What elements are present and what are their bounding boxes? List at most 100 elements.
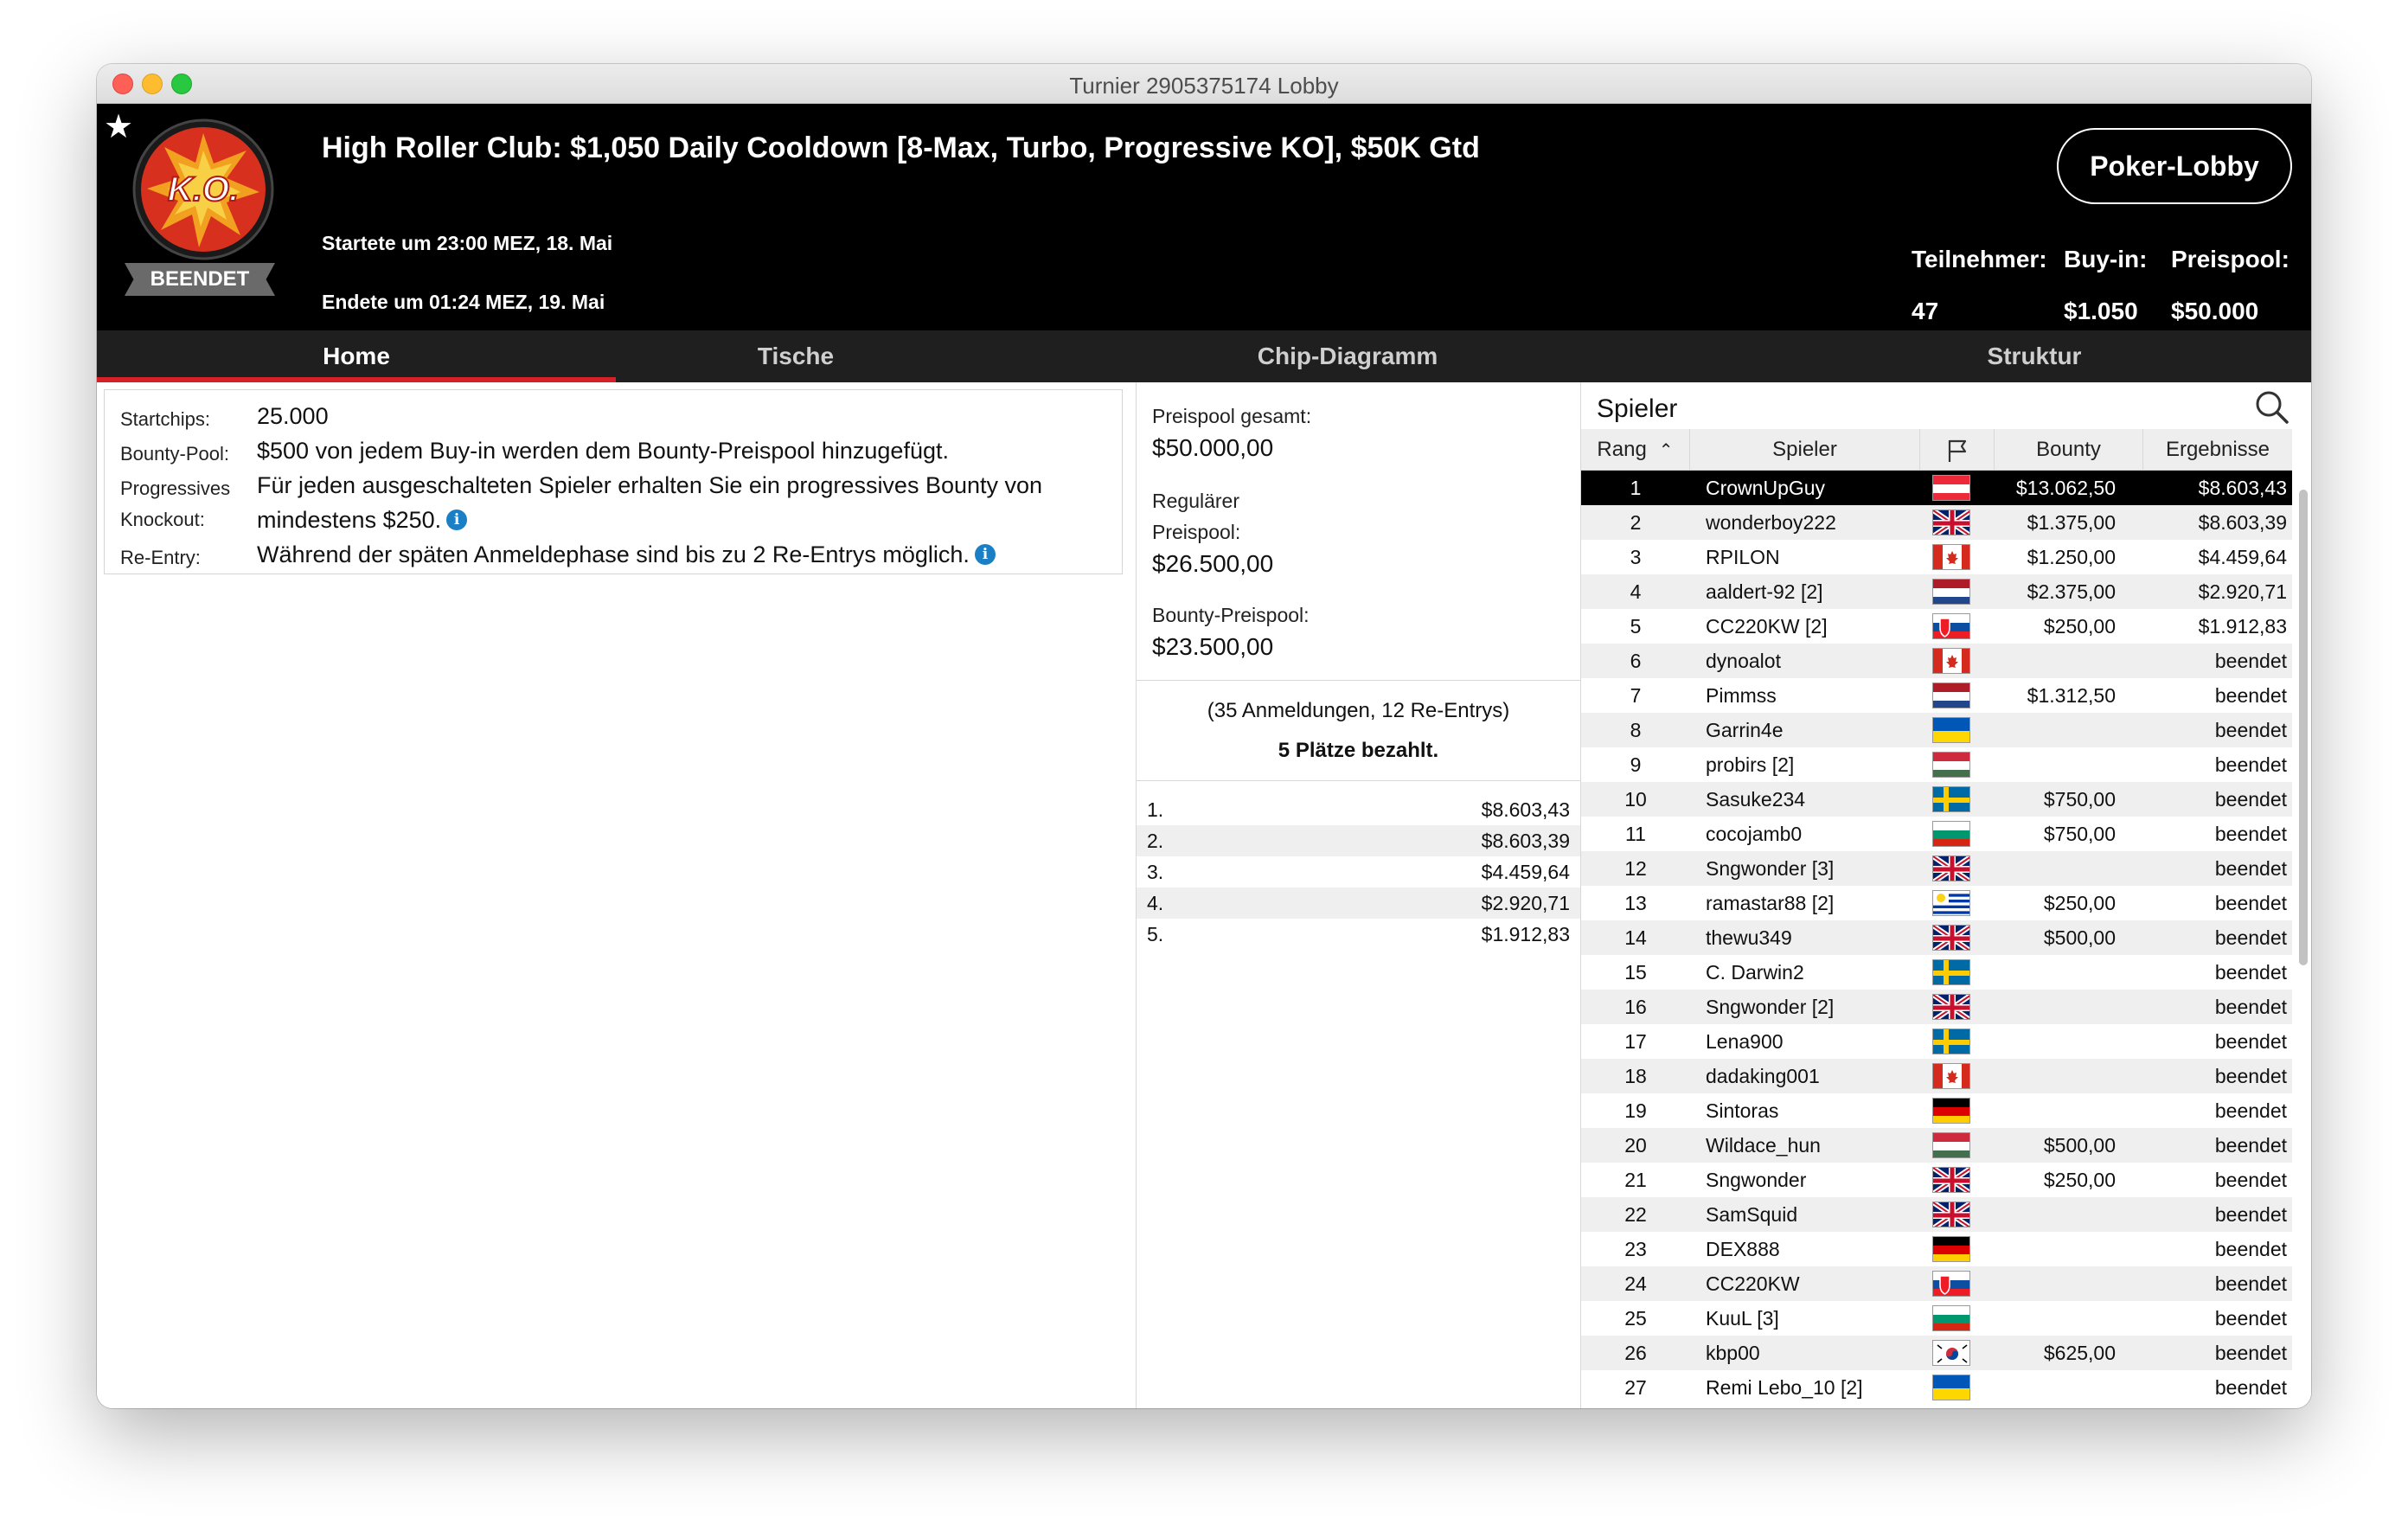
player-row[interactable]: 3 RPILON $1.250,00 $4.459,64 [1581, 540, 2292, 574]
uk-flag-icon [1932, 509, 1970, 535]
player-rank: 19 [1624, 1099, 1647, 1122]
tab-home[interactable]: Home [97, 330, 616, 382]
search-icon[interactable] [2252, 388, 2292, 427]
player-name: RPILON [1706, 546, 1780, 568]
player-rank: 24 [1624, 1272, 1647, 1295]
poker-lobby-button[interactable]: Poker-Lobby [2057, 128, 2292, 204]
knockout-info-icon[interactable]: i [446, 509, 468, 530]
player-bounty: $625,00 [2043, 1342, 2116, 1364]
korea-flag-icon [1932, 1340, 1970, 1366]
player-bounty: $250,00 [2043, 1169, 2116, 1191]
player-name: C. Darwin2 [1706, 961, 1804, 984]
favorite-star-icon[interactable]: ★ [104, 107, 133, 146]
player-row[interactable]: 26 kbp00 $625,00 beendet [1581, 1336, 2292, 1370]
player-row[interactable]: 2 wonderboy222 $1.375,00 $8.603,39 [1581, 505, 2292, 540]
canada-flag-icon [1932, 1063, 1970, 1089]
startchips-value: 25.000 [257, 403, 329, 429]
col-rank[interactable]: Rang ⌃ [1581, 429, 1690, 471]
player-row[interactable]: 24 CC220KW beendet [1581, 1266, 2292, 1301]
player-row[interactable]: 23 DEX888 beendet [1581, 1232, 2292, 1266]
player-row[interactable]: 12 Sngwonder [3] beendet [1581, 851, 2292, 886]
player-row[interactable]: 18 dadaking001 beendet [1581, 1059, 2292, 1093]
player-row[interactable]: 11 cocojamb0 $750,00 beendet [1581, 817, 2292, 851]
player-result: beendet [2214, 1272, 2287, 1295]
end-time: Endete um 01:24 MEZ, 19. Mai [322, 291, 605, 313]
reentry-info-icon[interactable]: i [974, 544, 996, 565]
player-result: beendet [2214, 684, 2287, 707]
player-row[interactable]: 17 Lena900 beendet [1581, 1024, 2292, 1059]
player-bounty: $13.062,50 [2015, 477, 2116, 499]
player-row[interactable]: 21 Sngwonder $250,00 beendet [1581, 1163, 2292, 1197]
tab-tische[interactable]: Tische [616, 330, 976, 382]
player-row[interactable]: 1 CrownUpGuy $13.062,50 $8.603,43 [1581, 471, 2292, 505]
svg-text:K.O.: K.O. [168, 170, 239, 208]
player-rank: 16 [1624, 996, 1647, 1018]
player-row[interactable]: 4 aaldert-92 [2] $2.375,00 $2.920,71 [1581, 574, 2292, 609]
player-bounty: $750,00 [2043, 788, 2116, 811]
col-bounty[interactable]: Bounty [1995, 429, 2143, 471]
regular-pool-label-line2: Preispool: [1152, 521, 1241, 543]
player-bounty [1969, 1232, 2116, 1266]
player-bounty [1969, 955, 2116, 990]
germany-flag-icon [1932, 1098, 1970, 1124]
player-row[interactable]: 13 ramastar88 [2] $250,00 beendet [1581, 886, 2292, 920]
ukraine-flag-icon [1932, 1375, 1970, 1400]
player-result: beendet [2214, 1203, 2287, 1226]
tab-bar: Home Tische Chip-Diagramm Struktur [97, 330, 2311, 382]
registrations-text: (35 Anmeldungen, 12 Re-Entrys) [1207, 699, 1510, 722]
player-row[interactable]: 22 SamSquid beendet [1581, 1197, 2292, 1232]
buyin-label: Buy-in: [2064, 246, 2148, 272]
bountypool-label: Bounty-Pool: [120, 443, 229, 465]
player-name: Remi Lebo_10 [2] [1706, 1376, 1863, 1399]
col-flag[interactable] [1920, 429, 1995, 471]
col-player[interactable]: Spieler [1690, 429, 1920, 471]
player-row[interactable]: 25 KuuL [3] beendet [1581, 1301, 2292, 1336]
player-bounty [1969, 851, 2116, 886]
regular-pool-label-line1: Regulärer [1152, 490, 1239, 512]
player-name: Sintoras [1706, 1099, 1779, 1122]
slovakia-flag-icon [1932, 1271, 1970, 1297]
player-rank: 8 [1630, 719, 1642, 741]
bounty-pool-label: Bounty-Preispool: [1152, 604, 1310, 626]
sweden-flag-icon [1932, 786, 1970, 812]
player-row[interactable]: 19 Sintoras beendet [1581, 1093, 2292, 1128]
player-bounty [1969, 1024, 2116, 1059]
player-row[interactable]: 10 Sasuke234 $750,00 beendet [1581, 782, 2292, 817]
player-result: beendet [2214, 823, 2287, 845]
player-row[interactable]: 27 Remi Lebo_10 [2] beendet [1581, 1370, 2292, 1405]
col-result[interactable]: Ergebnisse [2143, 429, 2292, 471]
player-row[interactable]: 7 Pimmss $1.312,50 beendet [1581, 678, 2292, 713]
player-bounty: $500,00 [2043, 926, 2116, 949]
player-row[interactable]: 15 C. Darwin2 beendet [1581, 955, 2292, 990]
player-row[interactable]: 5 CC220KW [2] $250,00 $1.912,83 [1581, 609, 2292, 644]
tab-struktur[interactable]: Struktur [1896, 330, 2173, 382]
player-result: beendet [2214, 650, 2287, 672]
knockout-label-line1: Progressives [120, 477, 231, 499]
reentry-label: Re-Entry: [120, 547, 201, 568]
austria-flag-icon [1932, 475, 1970, 501]
player-row[interactable]: 6 dynoalot beendet [1581, 644, 2292, 678]
sort-ascending-icon: ⌃ [1658, 441, 1674, 460]
player-row[interactable]: 9 probirs [2] beendet [1581, 747, 2292, 782]
payout-amount: $8.603,39 [1481, 830, 1570, 852]
player-name: DEX888 [1706, 1238, 1780, 1260]
tab-chip-diagramm[interactable]: Chip-Diagramm [1166, 330, 1529, 382]
players-title: Spieler [1597, 394, 1678, 423]
player-row[interactable]: 16 Sngwonder [2] beendet [1581, 990, 2292, 1024]
player-result: beendet [2214, 1169, 2287, 1191]
players-scrollbar[interactable] [2299, 490, 2308, 965]
player-name: CC220KW [2] [1706, 615, 1828, 638]
player-row[interactable]: 20 Wildace_hun $500,00 beendet [1581, 1128, 2292, 1163]
uk-flag-icon [1932, 925, 1970, 951]
player-bounty: $500,00 [2043, 1134, 2116, 1157]
player-result: beendet [2214, 926, 2287, 949]
player-rank: 12 [1624, 857, 1647, 880]
player-result: beendet [2214, 1099, 2287, 1122]
payout-row: 2. $8.603,39 [1137, 825, 1580, 856]
player-result: beendet [2214, 1376, 2287, 1399]
player-row[interactable]: 8 Garrin4e beendet [1581, 713, 2292, 747]
tournament-header: ★ K.O. BEENDET High Roller Club: $1,050 … [97, 104, 2311, 330]
start-time: Startete um 23:00 MEZ, 18. Mai [322, 232, 613, 254]
player-result: beendet [2214, 719, 2287, 741]
player-row[interactable]: 14 thewu349 $500,00 beendet [1581, 920, 2292, 955]
